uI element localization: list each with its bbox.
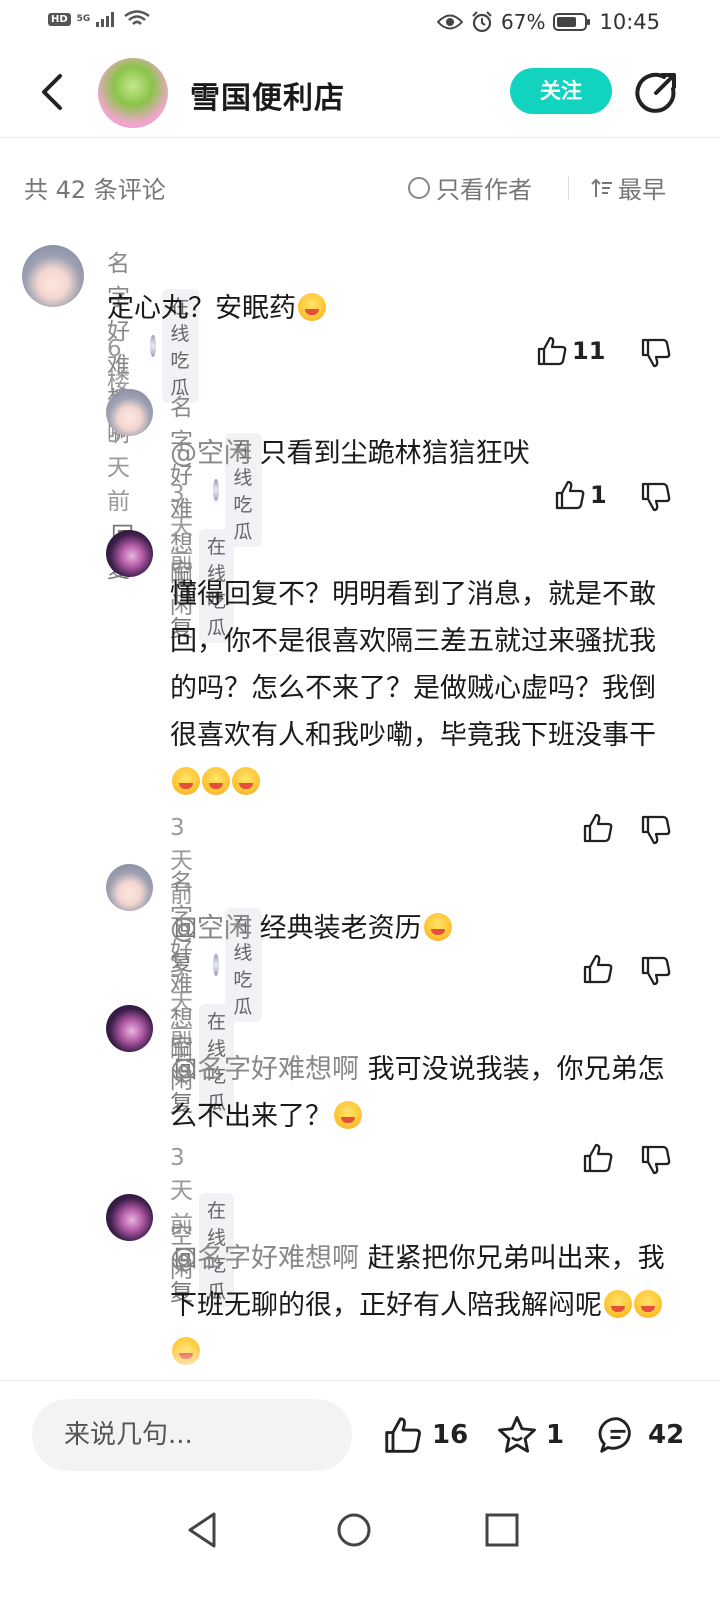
comment-input[interactable]: 来说几句... — [32, 1399, 352, 1471]
sort-icon — [591, 178, 612, 197]
thumbs-down-icon[interactable] — [640, 337, 672, 369]
status-bar: HD 5G 67% 10:45 — [0, 0, 720, 46]
thumbs-down-icon[interactable] — [640, 481, 672, 513]
back-arrow-icon[interactable] — [34, 72, 70, 112]
bottom-action-bar: 来说几句... 16 1 42 — [0, 1380, 720, 1490]
star-icon — [498, 1416, 536, 1453]
author-only-toggle[interactable]: 只看作者 — [408, 170, 532, 205]
like-total: 16 — [432, 1420, 469, 1450]
comment-icon — [598, 1417, 631, 1453]
avatar[interactable] — [106, 530, 153, 577]
comment-text: @空闲 只看到尘跪林狺狺狂吠 — [170, 430, 680, 477]
comments-header: 共 42 条评论 只看作者 最早 — [0, 160, 720, 212]
emoji-icon — [634, 1290, 662, 1318]
scroll-fade — [0, 1345, 720, 1380]
comment-time: 3 天前 — [107, 422, 130, 515]
comment-count: 共 42 条评论 — [24, 176, 166, 204]
emoji-icon — [172, 767, 200, 795]
comment-text: @名字好难想啊 我可没说我装，你兄弟怎么不出来了？ — [170, 1046, 675, 1140]
battery-percent: 67% — [501, 10, 546, 34]
like-count: 11 — [572, 337, 606, 365]
thumbs-down-icon[interactable] — [640, 814, 672, 846]
like-button[interactable]: 16 — [382, 1415, 468, 1455]
battery-icon — [553, 13, 591, 31]
thumbs-up-icon — [385, 1417, 421, 1453]
nav-recents-icon[interactable] — [484, 1510, 520, 1550]
emoji-icon — [334, 1101, 362, 1129]
mention[interactable]: @名字好难想啊 — [170, 1054, 359, 1085]
nav-back-icon[interactable] — [184, 1510, 222, 1550]
thumbs-up-icon[interactable] — [582, 812, 614, 844]
comment-text: 定心丸？安眠药 — [107, 285, 617, 332]
wifi-icon — [124, 10, 151, 25]
thumbs-up-icon[interactable] — [554, 479, 586, 511]
badge-icon — [213, 954, 220, 976]
share-icon[interactable] — [634, 71, 678, 115]
author-only-label: 只看作者 — [436, 176, 532, 204]
comment-total: 42 — [648, 1420, 685, 1450]
mention[interactable]: @空闲 — [170, 913, 251, 944]
badge-icon — [213, 479, 220, 501]
nav-home-icon[interactable] — [334, 1510, 374, 1550]
comment-body: 懂得回复不？明明看到了消息，就是不敢回，你不是很喜欢隔三差五就过来骚扰我的吗？怎… — [170, 579, 656, 751]
avatar[interactable] — [22, 245, 84, 307]
comment-text: @空闲 经典装老资历 — [170, 905, 680, 952]
comment-body: 定心丸？安眠药 — [107, 293, 296, 324]
emoji-icon — [232, 767, 260, 795]
mention[interactable]: @名字好难想啊 — [170, 1243, 359, 1274]
radio-circle-icon — [408, 176, 430, 199]
like-count: 1 — [590, 481, 607, 509]
clock: 10:45 — [599, 10, 660, 34]
eye-icon — [437, 14, 464, 30]
avatar[interactable] — [106, 1194, 153, 1241]
thumbs-up-icon[interactable] — [536, 335, 568, 367]
channel-avatar[interactable] — [98, 58, 168, 128]
divider — [568, 176, 569, 200]
thumbs-down-icon[interactable] — [640, 1144, 672, 1176]
sort-toggle[interactable]: 最早 — [590, 170, 666, 205]
hd-indicator: HD — [48, 12, 71, 26]
network-type: 5G — [76, 13, 91, 24]
avatar[interactable] — [106, 864, 153, 911]
grin-emoji-icon — [298, 293, 326, 321]
emoji-icon — [423, 913, 452, 941]
comment-body: 只看到尘跪林狺狺狂吠 — [259, 438, 530, 469]
avatar[interactable] — [106, 389, 153, 436]
page-title: 雪国便利店 — [190, 81, 345, 116]
mention[interactable]: @空闲 — [170, 438, 251, 469]
alarm-icon — [472, 11, 492, 33]
follow-button[interactable]: 关注 — [510, 68, 612, 114]
emoji-icon — [202, 767, 230, 795]
comment-body: 经典装老资历 — [259, 913, 422, 944]
thumbs-up-icon[interactable] — [582, 953, 614, 985]
comment-text: 懂得回复不？明明看到了消息，就是不敢回，你不是很喜欢隔三差五就过来骚扰我的吗？怎… — [170, 571, 675, 806]
floor-number: 6楼 — [107, 336, 130, 395]
favorite-button[interactable]: 1 — [496, 1415, 564, 1455]
comment-button[interactable]: 42 — [596, 1415, 684, 1455]
system-nav-bar — [0, 1490, 720, 1600]
sort-label: 最早 — [618, 176, 666, 204]
badge-icon — [150, 335, 157, 357]
thumbs-up-icon[interactable] — [582, 1142, 614, 1174]
avatar[interactable] — [106, 1005, 153, 1052]
thumbs-down-icon[interactable] — [640, 955, 672, 987]
favorite-total: 1 — [546, 1420, 565, 1450]
signal-icon — [96, 12, 115, 27]
header: 雪国便利店 关注 — [0, 46, 720, 138]
emoji-icon — [604, 1290, 632, 1318]
